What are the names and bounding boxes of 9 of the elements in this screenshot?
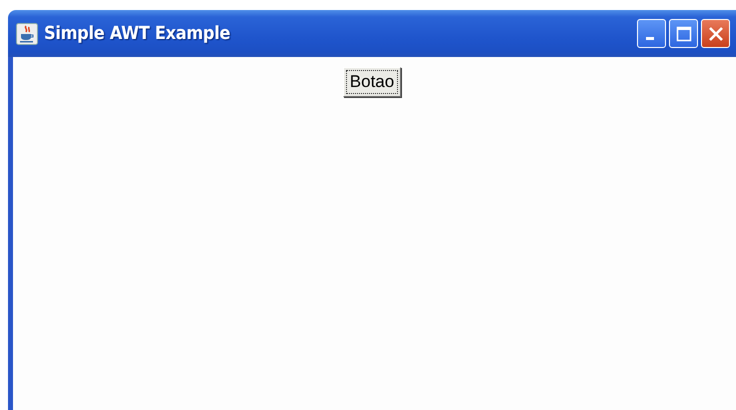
minimize-button[interactable] [637,19,666,48]
coffee-cup-icon [16,22,38,44]
minimize-icon [646,37,654,40]
maximize-icon [676,26,692,42]
botao-button[interactable]: Botao [342,67,402,97]
maximize-button[interactable] [669,19,698,48]
close-icon [708,26,724,42]
window-title: Simple AWT Example [44,23,232,44]
close-button[interactable] [701,19,730,48]
